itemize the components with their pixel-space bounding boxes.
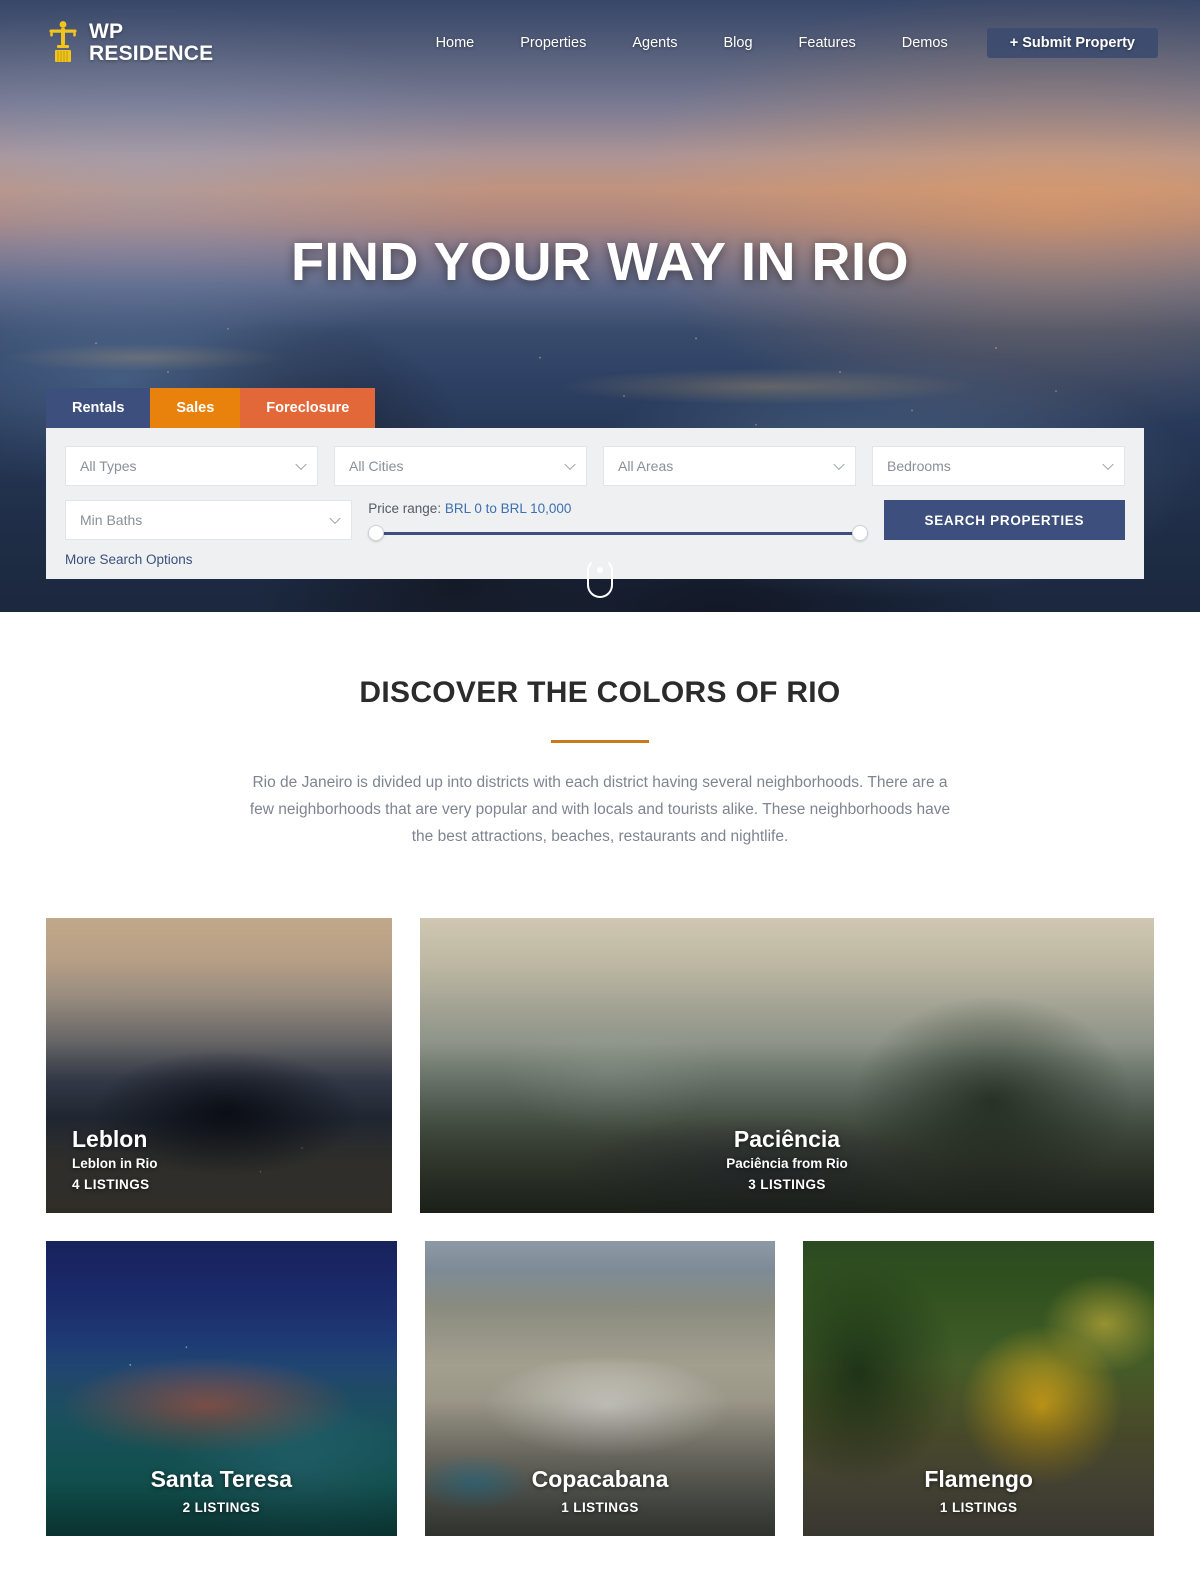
logo-line-2: RESIDENCE: [89, 42, 214, 65]
section-divider: [551, 740, 649, 743]
logo-text: WP RESIDENCE: [89, 21, 213, 65]
card-title: Flamengo: [924, 1466, 1033, 1492]
price-range-label: Price range: BRL 0 to BRL 10,000: [368, 501, 867, 516]
chevron-down-icon: [295, 458, 307, 471]
slider-handle-max[interactable]: [851, 525, 868, 541]
card-listing-count: 2 LISTINGS: [182, 1500, 261, 1515]
main-navigation: Home Properties Agents Blog Features Dem…: [413, 28, 1158, 58]
discover-section: DISCOVER THE COLORS OF RIO Rio de Janeir…: [0, 612, 1200, 850]
chevron-down-icon: [1102, 458, 1114, 471]
submit-property-button[interactable]: + Submit Property: [986, 28, 1158, 58]
card-subtitle: Paciência from Rio: [726, 1156, 848, 1171]
search-tabs: Rentals Sales Foreclosure: [46, 388, 1144, 428]
chevron-down-icon: [329, 512, 341, 525]
card-subtitle: Leblon in Rio: [72, 1156, 158, 1171]
price-range-value: BRL 0 to BRL 10,000: [444, 501, 572, 516]
card-listing-count: 3 LISTINGS: [748, 1177, 826, 1192]
bedrooms-value: Bedrooms: [887, 458, 951, 474]
discover-body-text: Rio de Janeiro is divided up into distri…: [249, 774, 951, 845]
tab-rentals[interactable]: Rentals: [46, 388, 151, 428]
tab-sales[interactable]: Sales: [150, 388, 241, 428]
city-select[interactable]: All Cities: [334, 446, 587, 486]
nav-item-demos[interactable]: Demos: [879, 28, 971, 58]
search-properties-button[interactable]: SEARCH PROPERTIES: [883, 500, 1125, 540]
grid-row-1: Leblon Leblon in Rio 4 LISTINGS Paciênci…: [46, 918, 1154, 1213]
mouse-scroll-icon[interactable]: [587, 558, 613, 598]
property-type-value: All Types: [80, 458, 137, 474]
search-row-2: Min Baths Price range: BRL 0 to BRL 10,0…: [65, 500, 1125, 541]
discover-heading: DISCOVER THE COLORS OF RIO: [359, 676, 841, 709]
card-listing-count: 4 LISTINGS: [72, 1177, 150, 1192]
nav-item-agents[interactable]: Agents: [609, 28, 700, 58]
property-type-select[interactable]: All Types: [65, 446, 318, 486]
grid-row-2: Santa Teresa 2 LISTINGS Copacabana 1 LIS…: [46, 1241, 1155, 1536]
neighborhood-card-santa-teresa[interactable]: Santa Teresa 2 LISTINGS: [46, 1241, 397, 1536]
property-search-panel: Rentals Sales Foreclosure All Types All …: [46, 388, 1144, 579]
card-caption: Paciência Paciência from Rio 3 LISTINGS: [420, 1124, 1154, 1192]
logo-line-1: WP: [89, 20, 124, 43]
card-listing-count: 1 LISTINGS: [561, 1500, 639, 1515]
price-range-control: Price range: BRL 0 to BRL 10,000: [368, 500, 868, 541]
bedrooms-select[interactable]: Bedrooms: [872, 446, 1125, 486]
christ-redeemer-icon: [49, 21, 77, 62]
neighborhood-card-copacabana[interactable]: Copacabana 1 LISTINGS: [424, 1241, 776, 1536]
neighborhood-card-flamengo[interactable]: Flamengo 1 LISTINGS: [803, 1241, 1155, 1536]
card-title: Santa Teresa: [150, 1466, 293, 1492]
price-range-label-text: Price range:: [368, 501, 442, 516]
area-value: All Areas: [618, 458, 674, 474]
card-listing-count: 1 LISTINGS: [939, 1500, 1018, 1515]
card-title: Paciência: [733, 1126, 841, 1152]
nav-item-home[interactable]: Home: [413, 28, 498, 58]
chevron-down-icon: [564, 458, 576, 471]
city-value: All Cities: [349, 458, 404, 474]
search-form: All Types All Cities All Areas Bedrooms: [46, 428, 1144, 579]
neighborhood-card-paciencia[interactable]: Paciência Paciência from Rio 3 LISTINGS: [420, 918, 1154, 1213]
card-caption: Flamengo 1 LISTINGS: [803, 1464, 1154, 1515]
card-caption: Leblon Leblon in Rio 4 LISTINGS: [46, 1124, 392, 1192]
card-caption: Copacabana 1 LISTINGS: [425, 1464, 776, 1515]
min-baths-value: Min Baths: [80, 512, 143, 528]
neighborhood-card-leblon[interactable]: Leblon Leblon in Rio 4 LISTINGS: [46, 918, 392, 1213]
slider-track: [368, 532, 868, 535]
nav-item-properties[interactable]: Properties: [497, 28, 609, 58]
site-logo[interactable]: WP RESIDENCE: [46, 19, 213, 67]
card-title: Copacabana: [531, 1466, 669, 1492]
nav-item-blog[interactable]: Blog: [701, 28, 776, 58]
price-range-slider[interactable]: [368, 525, 868, 541]
tab-foreclosure[interactable]: Foreclosure: [240, 388, 376, 428]
min-baths-select[interactable]: Min Baths: [65, 500, 353, 540]
slider-handle-min[interactable]: [368, 525, 385, 541]
neighborhood-grid: Leblon Leblon in Rio 4 LISTINGS Paciênci…: [0, 918, 1200, 1536]
area-select[interactable]: All Areas: [603, 446, 856, 486]
search-row-1: All Types All Cities All Areas Bedrooms: [65, 446, 1125, 486]
hero-section: WP RESIDENCE Home Properties Agents Blog…: [0, 0, 1200, 612]
site-header: WP RESIDENCE Home Properties Agents Blog…: [0, 0, 1200, 86]
hero-title: FIND YOUR WAY IN RIO: [290, 232, 910, 292]
chevron-down-icon: [833, 458, 845, 471]
nav-item-features[interactable]: Features: [776, 28, 879, 58]
card-title: Leblon: [72, 1126, 148, 1152]
card-caption: Santa Teresa 2 LISTINGS: [46, 1464, 397, 1515]
